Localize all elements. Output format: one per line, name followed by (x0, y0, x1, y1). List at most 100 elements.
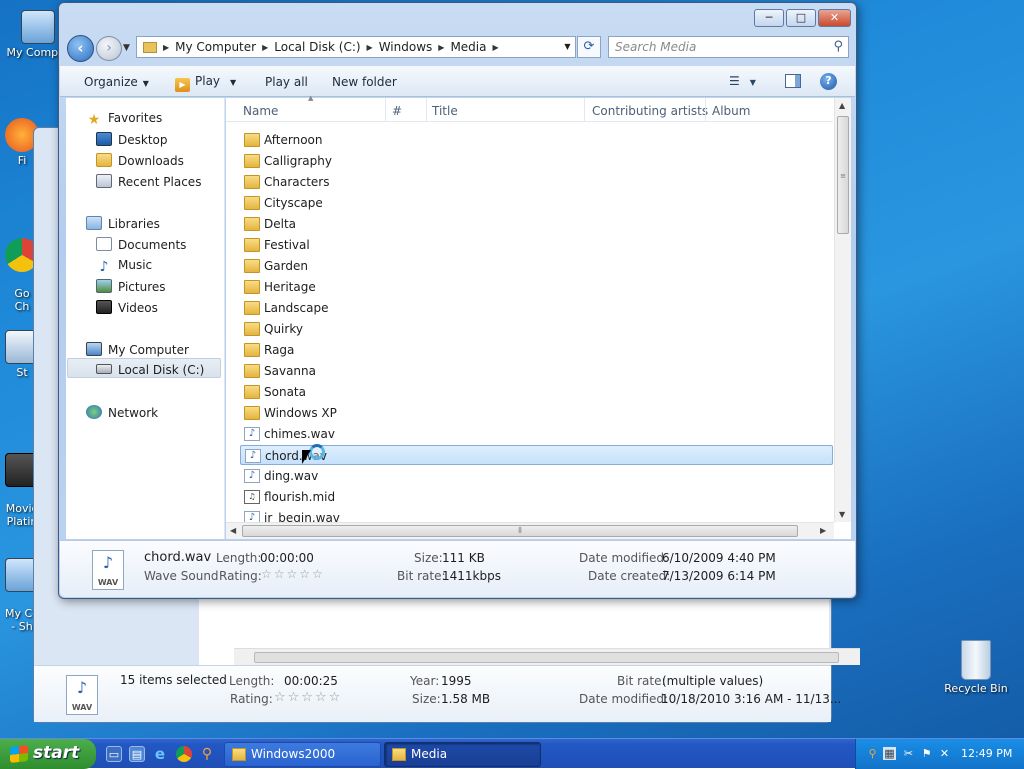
chevron-right-icon[interactable]: ▶ (490, 43, 500, 52)
search-icon[interactable]: ⚲ (833, 39, 843, 54)
scroll-left-arrow[interactable]: ◀ (230, 526, 236, 535)
scroll-right-arrow[interactable]: ▶ (820, 526, 826, 535)
scroll-up-arrow[interactable]: ▲ (839, 101, 845, 110)
file-name: Delta (264, 217, 297, 231)
file-row[interactable]: Windows XP (240, 403, 833, 423)
nav-music[interactable]: ♪ Music (96, 258, 153, 274)
vertical-scrollbar[interactable]: ▲ ≡ ▼ (834, 98, 851, 522)
column-header-contributing-artists[interactable]: Contributing artists (592, 104, 708, 118)
file-list[interactable]: Name ▲ # Title Contributing artists Albu… (226, 94, 851, 539)
column-divider[interactable] (385, 98, 386, 122)
file-row[interactable]: Afternoon (240, 130, 833, 150)
help-button[interactable]: ? (820, 73, 837, 90)
column-divider[interactable] (705, 98, 706, 122)
flag-icon[interactable]: ⚑ (920, 747, 933, 760)
file-row[interactable]: ♫ flourish.mid (240, 487, 833, 507)
clock[interactable]: 12:49 PM (961, 747, 1012, 760)
nav-network[interactable]: Network (86, 405, 158, 420)
maximize-button[interactable]: □ (786, 9, 816, 27)
minimize-button[interactable]: ─ (754, 9, 784, 27)
taskbar-button-windows2000[interactable]: Windows2000 (224, 742, 381, 767)
nav-favorites[interactable]: ★ Favorites (86, 111, 163, 127)
horizontal-scrollbar[interactable]: ◀ ⦀ ▶ (226, 522, 834, 539)
close-button[interactable]: ✕ (818, 9, 851, 27)
search-input[interactable]: Search Media ⚲ (608, 36, 849, 58)
rating-stars[interactable]: ☆☆☆☆☆ (274, 690, 342, 705)
start-button[interactable]: start (0, 739, 96, 769)
file-row[interactable]: Delta (240, 214, 833, 234)
rating-stars[interactable]: ☆☆☆☆☆ (261, 567, 325, 581)
scroll-down-arrow[interactable]: ▼ (839, 510, 845, 519)
horizontal-scroll-thumb[interactable]: ⦀ (242, 525, 798, 537)
file-row[interactable]: Landscape (240, 298, 833, 318)
nav-libraries[interactable]: Libraries (86, 216, 160, 231)
new-folder-button[interactable]: New folder (332, 75, 397, 89)
show-desktop-icon[interactable]: ▭ (106, 746, 122, 762)
play-button[interactable]: ▶ Play ▼ (175, 74, 236, 92)
nav-pictures[interactable]: Pictures (96, 279, 166, 294)
back-button[interactable]: ‹ (67, 35, 94, 62)
chevron-right-icon[interactable]: ▶ (436, 43, 446, 52)
file-row[interactable]: ♪ chord.wav (240, 445, 833, 465)
nav-local-disk[interactable]: Local Disk (C:) (96, 363, 204, 377)
back-horizontal-scrollbar[interactable] (234, 648, 860, 665)
recent-pages-dropdown[interactable]: ▼ (123, 43, 130, 53)
file-name: Quirky (264, 322, 303, 336)
nav-my-computer[interactable]: My Computer (86, 342, 189, 357)
file-row[interactable]: Calligraphy (240, 151, 833, 171)
file-row[interactable]: Raga (240, 340, 833, 360)
file-row[interactable]: Festival (240, 235, 833, 255)
file-row[interactable]: Heritage (240, 277, 833, 297)
nav-recent-places[interactable]: Recent Places (96, 174, 201, 189)
explorer-window-media[interactable]: ─ □ ✕ ‹ › ▼ ▶ My Computer ▶ Local Disk (… (58, 2, 857, 599)
desktop-icon-recycle-bin[interactable]: Recycle Bin (938, 640, 1014, 695)
address-dropdown-button[interactable]: ▼ (559, 37, 575, 57)
search-tray-icon[interactable]: ⚲ (866, 747, 879, 760)
file-row[interactable]: Sonata (240, 382, 833, 402)
file-row[interactable]: ♪ chimes.wav (240, 424, 833, 444)
nav-videos[interactable]: Videos (96, 300, 158, 315)
organize-button[interactable]: Organize ▼ (84, 75, 149, 89)
column-divider[interactable] (426, 98, 427, 122)
column-header-title[interactable]: Title (432, 104, 458, 118)
address-bar[interactable]: ▶ My Computer ▶ Local Disk (C:) ▶ Window… (136, 36, 576, 58)
volume-muted-icon[interactable]: ✕ (938, 747, 951, 760)
chevron-right-icon[interactable]: ▶ (260, 43, 270, 52)
file-row[interactable]: Quirky (240, 319, 833, 339)
column-header-name[interactable]: Name (243, 104, 278, 118)
file-row[interactable]: Characters (240, 172, 833, 192)
tray-app-icon[interactable]: ▦ (883, 747, 896, 760)
nav-documents[interactable]: Documents (96, 237, 186, 252)
nav-downloads[interactable]: Downloads (96, 153, 184, 168)
forward-button[interactable]: › (96, 36, 122, 61)
file-row[interactable]: Garden (240, 256, 833, 276)
breadcrumb-windows[interactable]: Windows (375, 40, 437, 54)
search-icon[interactable]: ⚲ (199, 746, 215, 762)
column-header-number[interactable]: # (392, 104, 402, 118)
file-name: chimes.wav (264, 427, 335, 441)
file-row[interactable]: Cityscape (240, 193, 833, 213)
vertical-scroll-thumb[interactable]: ≡ (837, 116, 849, 234)
preview-pane-button[interactable] (785, 74, 801, 88)
internet-explorer-icon[interactable]: e (152, 746, 168, 762)
task-label: Media (411, 747, 448, 761)
chrome-icon[interactable] (176, 746, 192, 762)
breadcrumb-my-computer[interactable]: My Computer (171, 40, 260, 54)
back-scroll-thumb[interactable] (254, 652, 839, 663)
taskbar-button-media[interactable]: Media (384, 742, 541, 767)
chevron-right-icon[interactable]: ▶ (161, 43, 171, 52)
file-row[interactable]: ♪ ding.wav (240, 466, 833, 486)
play-all-button[interactable]: Play all (265, 75, 308, 89)
refresh-button[interactable]: ⟳ (577, 36, 601, 58)
breadcrumb-media[interactable]: Media (446, 40, 490, 54)
column-divider[interactable] (584, 98, 585, 122)
file-row[interactable]: Savanna (240, 361, 833, 381)
nav-desktop[interactable]: Desktop (96, 132, 168, 147)
tools-icon[interactable]: ✂ (902, 747, 915, 760)
switch-windows-icon[interactable]: ▤ (129, 746, 145, 762)
column-header-album[interactable]: Album (712, 104, 750, 118)
breadcrumb-local-disk[interactable]: Local Disk (C:) (270, 40, 364, 54)
change-view-button[interactable]: ☰ ▼ (729, 74, 756, 88)
nav-label: Music (118, 258, 153, 272)
chevron-right-icon[interactable]: ▶ (365, 43, 375, 52)
